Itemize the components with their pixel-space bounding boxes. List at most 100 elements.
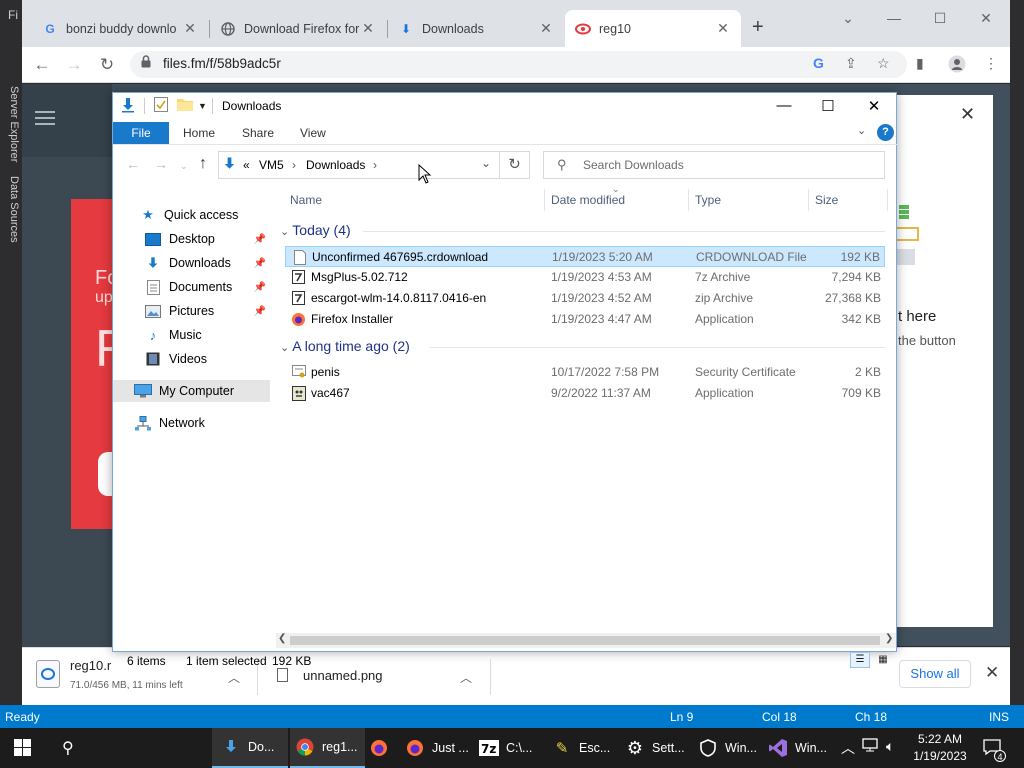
tab-downloads[interactable]: ⬇ Downloads ✕ bbox=[388, 10, 564, 47]
file-row[interactable]: MsgPlus-5.02.712 1/19/2023 4:53 AM 7z Ar… bbox=[285, 267, 885, 288]
taskbar-item-settings[interactable]: ⚙ Sett... bbox=[624, 728, 694, 768]
maximize-icon[interactable]: ☐ bbox=[813, 97, 843, 115]
menu-dots-icon[interactable]: ⋮ bbox=[984, 55, 998, 72]
pin-icon[interactable]: 📌 bbox=[254, 234, 266, 245]
shelf-close-icon[interactable]: ✕ bbox=[985, 663, 999, 683]
taskbar-item-7zip[interactable]: 7z C:\... bbox=[478, 728, 548, 768]
new-folder-icon[interactable] bbox=[177, 97, 193, 114]
tab-reg10[interactable]: reg10 ✕ bbox=[565, 10, 741, 47]
star-bookmark-icon[interactable]: ☆ bbox=[877, 55, 890, 72]
taskbar-clock[interactable]: 5:22 AM 1/19/2023 bbox=[905, 731, 975, 765]
breadcrumb-vm5[interactable]: VM5 bbox=[259, 158, 284, 172]
share-icon[interactable]: ⇪ bbox=[845, 55, 857, 72]
side-panel-icon[interactable]: ▮ bbox=[916, 55, 924, 72]
group-header-today[interactable]: ⌄ Today (4) bbox=[280, 222, 351, 238]
download-item-name[interactable]: reg10.r bbox=[70, 658, 111, 673]
show-all-button[interactable]: Show all bbox=[899, 660, 971, 688]
volume-icon[interactable]: 🔈︎ bbox=[886, 738, 894, 755]
large-icons-view-icon[interactable]: ▦ bbox=[873, 652, 893, 668]
network-status-icon[interactable] bbox=[862, 738, 878, 755]
nav-pictures[interactable]: Pictures 📌 bbox=[113, 300, 270, 322]
close-icon[interactable]: ✕ bbox=[538, 20, 554, 37]
tab-bonzi[interactable]: G bonzi buddy downlo ✕ bbox=[32, 10, 208, 47]
column-separator[interactable] bbox=[808, 189, 809, 211]
quick-access-dropdown-icon[interactable]: ▼ bbox=[198, 101, 207, 111]
column-header-date[interactable]: Date modified bbox=[551, 193, 625, 207]
nav-music[interactable]: ♪ Music bbox=[113, 324, 270, 346]
lock-icon[interactable] bbox=[141, 55, 151, 71]
close-icon[interactable]: ✕ bbox=[360, 20, 376, 37]
file-row[interactable]: Firefox Installer 1/19/2023 4:47 AM Appl… bbox=[285, 309, 885, 330]
taskbar-item-explorer[interactable]: Do... bbox=[212, 728, 288, 768]
close-icon[interactable]: ✕ bbox=[182, 20, 198, 37]
taskbar-item-firefox-window[interactable]: Just ... bbox=[404, 728, 474, 768]
ribbon-file-tab[interactable]: File bbox=[113, 122, 169, 144]
google-translate-icon[interactable]: G bbox=[813, 55, 824, 71]
nav-downloads[interactable]: Downloads 📌 bbox=[113, 252, 270, 274]
close-window-icon[interactable]: ✕ bbox=[963, 6, 1009, 30]
pin-icon[interactable]: 📌 bbox=[254, 282, 266, 293]
windows-start-icon[interactable] bbox=[14, 739, 31, 759]
ribbon-expand-chevron-icon[interactable]: ⌄ bbox=[857, 124, 866, 137]
file-row[interactable]: penis 10/17/2022 7:58 PM Security Certif… bbox=[285, 362, 885, 383]
nav-my-computer[interactable]: My Computer bbox=[113, 380, 270, 402]
scrollbar-thumb[interactable] bbox=[290, 636, 880, 645]
file-row[interactable]: Unconfirmed 467695.crdownload 1/19/2023 … bbox=[285, 246, 885, 267]
breadcrumb-chevron-icon[interactable]: › bbox=[373, 158, 377, 172]
nav-documents[interactable]: Documents 📌 bbox=[113, 276, 270, 298]
maximize-icon[interactable]: ☐ bbox=[917, 6, 963, 30]
pin-icon[interactable]: 📌 bbox=[254, 306, 266, 317]
promo-button[interactable] bbox=[98, 452, 112, 496]
breadcrumb-chevron-icon[interactable]: › bbox=[292, 158, 296, 172]
forward-icon[interactable]: → bbox=[154, 156, 168, 172]
nav-quick-access[interactable]: ★ Quick access bbox=[113, 204, 270, 226]
reload-icon[interactable]: ↻ bbox=[96, 54, 118, 76]
modal-close-icon[interactable]: ✕ bbox=[960, 104, 975, 125]
chevron-down-icon[interactable]: ⌄ bbox=[825, 6, 871, 30]
file-row[interactable]: vac467 9/2/2022 11:37 AM Application 709… bbox=[285, 383, 885, 404]
vs-tab-data-sources[interactable]: Data Sources bbox=[8, 176, 20, 243]
properties-icon[interactable] bbox=[154, 97, 168, 115]
details-view-icon[interactable]: ☰ bbox=[850, 652, 870, 668]
column-header-type[interactable]: Type bbox=[695, 193, 721, 207]
taskbar-item-firefox[interactable] bbox=[366, 728, 396, 768]
chevron-up-icon[interactable]: ︿ bbox=[841, 738, 855, 758]
scroll-left-icon[interactable]: ❮ bbox=[278, 633, 286, 644]
nav-network[interactable]: Network bbox=[113, 412, 270, 434]
scroll-right-icon[interactable]: ❯ bbox=[885, 633, 893, 644]
tab-firefox-download[interactable]: Download Firefox for ✕ bbox=[210, 10, 386, 47]
column-separator[interactable] bbox=[688, 189, 689, 211]
column-header-size[interactable]: Size bbox=[815, 193, 838, 207]
taskbar-item-windows-security[interactable]: Win... bbox=[697, 728, 767, 768]
column-header-name[interactable]: Name bbox=[290, 193, 322, 207]
back-icon[interactable]: ← bbox=[126, 156, 140, 172]
ribbon-tab-home[interactable]: Home bbox=[183, 126, 215, 140]
back-icon[interactable]: ← bbox=[31, 54, 53, 76]
help-icon[interactable]: ? bbox=[877, 124, 894, 141]
vs-tab-server-explorer[interactable]: Server Explorer bbox=[8, 86, 20, 162]
ribbon-tab-share[interactable]: Share bbox=[242, 126, 274, 140]
pin-icon[interactable]: 📌 bbox=[254, 258, 266, 269]
nav-videos[interactable]: Videos bbox=[113, 348, 270, 370]
taskbar-item-chrome[interactable]: reg1... bbox=[290, 728, 365, 768]
group-header-long-ago[interactable]: ⌄ A long time ago (2) bbox=[280, 338, 410, 354]
new-tab-button[interactable]: + bbox=[752, 16, 764, 39]
address-dropdown-icon[interactable]: ⌄ bbox=[481, 156, 491, 170]
nav-desktop[interactable]: Desktop 📌 bbox=[113, 228, 270, 250]
profile-icon[interactable] bbox=[948, 55, 966, 76]
file-row[interactable]: escargot-wlm-14.0.8117.0416-en 1/19/2023… bbox=[285, 288, 885, 309]
up-arrow-icon[interactable]: ↑ bbox=[199, 155, 207, 173]
vs-menu-file[interactable]: Fi bbox=[8, 8, 18, 22]
close-window-icon[interactable]: ✕ bbox=[859, 97, 889, 115]
breadcrumb-downloads[interactable]: Downloads bbox=[306, 158, 365, 172]
column-separator[interactable] bbox=[887, 189, 888, 211]
ribbon-tab-view[interactable]: View bbox=[300, 126, 326, 140]
column-separator[interactable] bbox=[544, 189, 545, 211]
chevron-down-icon[interactable]: ⌄ bbox=[280, 226, 292, 238]
minimize-icon[interactable]: — bbox=[871, 6, 917, 30]
minimize-icon[interactable]: — bbox=[769, 97, 799, 114]
search-placeholder[interactable]: Search Downloads bbox=[583, 158, 684, 172]
taskbar-item-visual-studio[interactable]: Win... bbox=[767, 728, 837, 768]
search-icon[interactable]: ⚲ bbox=[62, 738, 74, 758]
recent-locations-chevron-icon[interactable]: ⌄ bbox=[180, 161, 188, 172]
